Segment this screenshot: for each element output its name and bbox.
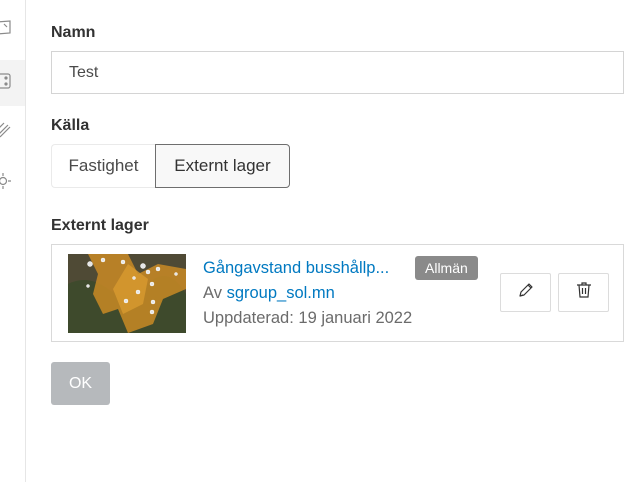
owner-link[interactable]: sgroup_sol.mn [227, 284, 335, 302]
pencil-icon [516, 280, 536, 305]
draw-icon[interactable] [0, 121, 12, 139]
layer-title-link[interactable]: Gångavstand busshållp... [203, 259, 389, 278]
access-badge: Allmän [415, 256, 478, 280]
edit-button[interactable] [500, 273, 551, 312]
name-label: Namn [51, 24, 96, 41]
name-input[interactable]: Test [51, 51, 624, 94]
map-icon[interactable] [0, 18, 12, 36]
external-layer-label: Externt lager [51, 217, 149, 234]
settings-icon[interactable] [0, 172, 12, 190]
delete-button[interactable] [558, 273, 609, 312]
source-option-fastighet[interactable]: Fastighet [51, 144, 155, 188]
external-layer-card: Gångavstand busshållp... Allmän Av sgrou… [51, 244, 624, 342]
layer-owner-line: Av sgroup_sol.mn [203, 284, 335, 303]
layer-thumbnail [68, 254, 186, 333]
source-label: Källa [51, 117, 90, 134]
layer-updated-date: Uppdaterad: 19 januari 2022 [203, 309, 413, 327]
owner-prefix: Av [203, 284, 222, 302]
left-toolbar [0, 0, 26, 482]
ok-button[interactable]: OK [51, 362, 110, 405]
layers-icon[interactable] [0, 72, 12, 90]
trash-icon [574, 280, 594, 305]
source-option-externt-lager[interactable]: Externt lager [155, 144, 290, 188]
